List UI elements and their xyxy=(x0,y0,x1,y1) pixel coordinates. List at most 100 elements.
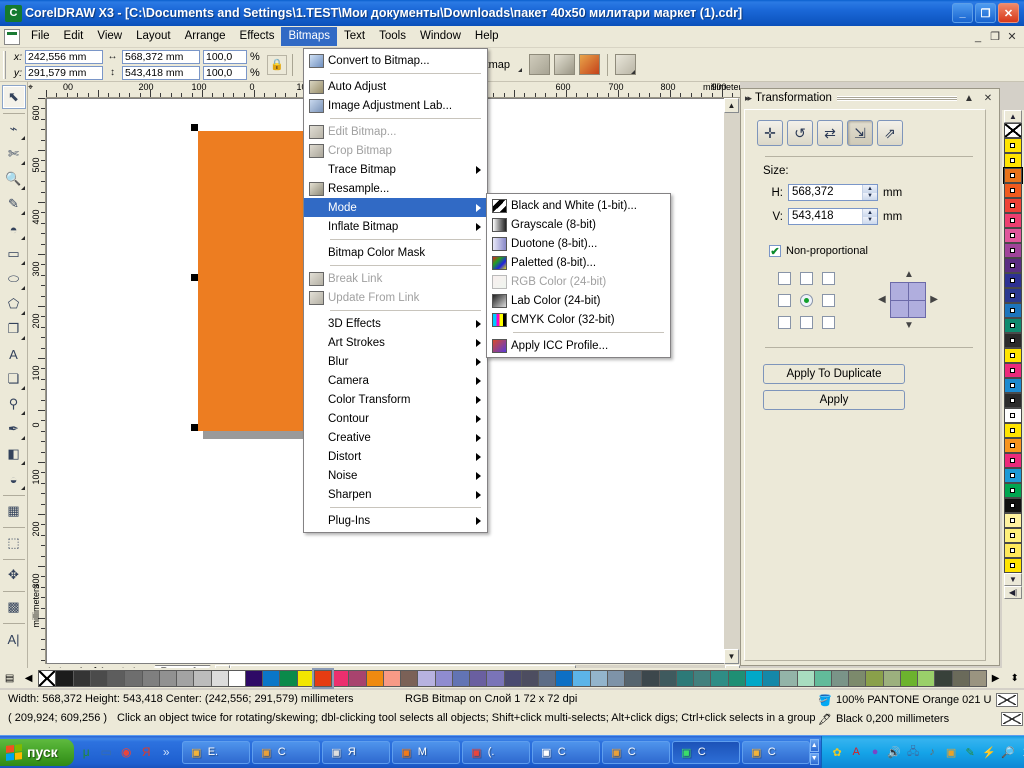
menu-text[interactable]: Text xyxy=(337,27,372,46)
mode-item-cmyk-color-32-bit[interactable]: CMYK Color (32-bit) xyxy=(487,310,670,329)
taskbar-button[interactable]: ▣Я xyxy=(322,741,390,764)
lock-ratio-icon[interactable]: 🔒 xyxy=(267,55,287,75)
menu-help[interactable]: Help xyxy=(468,27,506,46)
color-swatch[interactable] xyxy=(469,670,487,687)
menu-item-art-strokes[interactable]: Art Strokes xyxy=(304,333,487,352)
mode-item-black-and-white-1-bit[interactable]: Black and White (1-bit)... xyxy=(487,196,670,215)
selection-handle-bl[interactable] xyxy=(191,424,198,431)
anchor-point-1[interactable] xyxy=(795,267,817,289)
color-swatch[interactable] xyxy=(1004,213,1022,228)
size-tool[interactable]: ⇲ xyxy=(847,120,873,146)
eyedropper-tool[interactable]: ⚲ xyxy=(2,392,26,416)
color-swatch[interactable] xyxy=(297,670,315,687)
mode-item-lab-color-24-bit[interactable]: Lab Color (24-bit) xyxy=(487,291,670,310)
mdi-minimize-button[interactable]: _ xyxy=(970,30,986,44)
polygon-tool[interactable]: ⬠ xyxy=(2,292,26,316)
rectangle-tool[interactable]: ▭ xyxy=(2,242,26,266)
color-swatch[interactable] xyxy=(417,670,435,687)
taskbar-button[interactable]: ▣С xyxy=(532,741,600,764)
color-swatch[interactable] xyxy=(1004,453,1022,468)
crop-bitmap-icon[interactable] xyxy=(529,54,550,75)
menu-item-noise[interactable]: Noise xyxy=(304,466,487,485)
color-swatch[interactable] xyxy=(952,670,970,687)
search-icon[interactable]: 🔎 xyxy=(1001,745,1016,760)
menu-bitmaps[interactable]: Bitmaps xyxy=(281,27,337,46)
fill-color-status[interactable]: 🪣 100% PANTONE Orange 021 U xyxy=(818,693,1018,707)
color-swatch[interactable] xyxy=(814,670,832,687)
v-spin-up[interactable]: ▲ xyxy=(863,209,877,217)
menu-item-convert-to-bitmap[interactable]: Convert to Bitmap... xyxy=(304,51,487,70)
envelope-tool[interactable]: ⬚ xyxy=(2,531,26,555)
antivirus-icon[interactable]: ⚡ xyxy=(982,745,997,760)
taskbar-button[interactable]: ▣С xyxy=(672,741,740,764)
mode-item-duotone-8-bit[interactable]: Duotone (8-bit)... xyxy=(487,234,670,253)
color-swatch[interactable] xyxy=(435,670,453,687)
text-tool[interactable]: A xyxy=(2,342,26,366)
scale-h-input[interactable]: 100,0 xyxy=(203,50,247,64)
menu-item-contour[interactable]: Contour xyxy=(304,409,487,428)
color-swatch[interactable] xyxy=(1004,198,1022,213)
color-swatch[interactable] xyxy=(1004,363,1022,378)
color-swatch[interactable] xyxy=(193,670,211,687)
yandex-icon[interactable]: Я xyxy=(138,744,155,761)
h-spinner[interactable]: 568,372 ▲ ▼ xyxy=(788,184,878,201)
paint-icon[interactable]: ✎ xyxy=(963,745,978,760)
close-button[interactable]: ✕ xyxy=(998,3,1019,23)
color-swatch[interactable] xyxy=(1004,258,1022,273)
selection-handle-tl[interactable] xyxy=(191,124,198,131)
color-swatch[interactable] xyxy=(1004,408,1022,423)
taskbar-button[interactable]: ▣С xyxy=(602,741,670,764)
color-swatch[interactable] xyxy=(176,670,194,687)
menu-item-distort[interactable]: Distort xyxy=(304,447,487,466)
palette-scroll-up[interactable]: ▲ xyxy=(1004,110,1022,123)
anchor-point-6[interactable] xyxy=(773,311,795,333)
color-swatch[interactable] xyxy=(452,670,470,687)
menu-effects[interactable]: Effects xyxy=(233,27,282,46)
color-swatch[interactable] xyxy=(159,670,177,687)
task-scroll-down[interactable]: ▼ xyxy=(810,753,819,766)
anchor-point-4[interactable] xyxy=(795,289,817,311)
color-swatch[interactable] xyxy=(555,670,573,687)
taskbar-button[interactable]: ▣С xyxy=(742,741,810,764)
mdi-restore-button[interactable]: ❐ xyxy=(987,30,1003,44)
apply-button[interactable]: Apply xyxy=(763,390,905,410)
color-swatch[interactable] xyxy=(90,670,108,687)
color-swatch[interactable] xyxy=(538,670,556,687)
color-swatch[interactable] xyxy=(969,670,987,687)
mode-item-paletted-8-bit[interactable]: Paletted (8-bit)... xyxy=(487,253,670,272)
menu-layout[interactable]: Layout xyxy=(129,27,178,46)
color-swatch[interactable] xyxy=(883,670,901,687)
color-swatch[interactable] xyxy=(279,670,297,687)
non-proportional-checkbox[interactable]: ✔ xyxy=(769,245,781,257)
anchor-point-7[interactable] xyxy=(795,311,817,333)
rotate-tool[interactable]: ↺ xyxy=(787,120,813,146)
color-swatch[interactable] xyxy=(728,670,746,687)
chrome-icon[interactable]: ◉ xyxy=(118,744,135,761)
color-swatch[interactable] xyxy=(1004,228,1022,243)
anchor-point-0[interactable] xyxy=(773,267,795,289)
sound-icon[interactable]: ♪ xyxy=(925,745,940,760)
start-button[interactable]: пуск xyxy=(0,739,74,766)
color-swatch[interactable] xyxy=(1004,243,1022,258)
distort-tool[interactable]: ✥ xyxy=(2,563,26,587)
color-swatch[interactable] xyxy=(331,670,349,687)
scroll-down-button[interactable]: ▼ xyxy=(724,649,739,664)
quicklaunch-overflow-button[interactable]: » xyxy=(158,744,175,761)
apply-to-duplicate-button[interactable]: Apply To Duplicate xyxy=(763,364,905,384)
outline-status[interactable]: 🖋 Black 0,200 millimeters xyxy=(818,712,1023,726)
task-scroll-up[interactable]: ▲ xyxy=(810,739,819,752)
color-swatch[interactable] xyxy=(1004,498,1022,513)
color-swatch[interactable] xyxy=(1004,543,1022,558)
bitmaps-dropdown-menu[interactable]: Convert to Bitmap...Auto AdjustImage Adj… xyxy=(303,48,488,533)
menu-item-blur[interactable]: Blur xyxy=(304,352,487,371)
color-swatch[interactable] xyxy=(934,670,952,687)
swatch-none[interactable] xyxy=(1004,123,1022,138)
ball-icon[interactable]: ● xyxy=(868,745,883,760)
docker-title-bar[interactable]: ▸▸ Transformation ▲ ✕ xyxy=(741,89,999,107)
docker-close-button[interactable]: ✕ xyxy=(981,93,995,104)
anchor-point-3[interactable] xyxy=(773,289,795,311)
color-swatch[interactable] xyxy=(1004,138,1022,153)
wrap-text-icon[interactable] xyxy=(615,54,636,75)
adobe-icon[interactable]: A xyxy=(849,745,864,760)
color-swatch[interactable] xyxy=(348,670,366,687)
